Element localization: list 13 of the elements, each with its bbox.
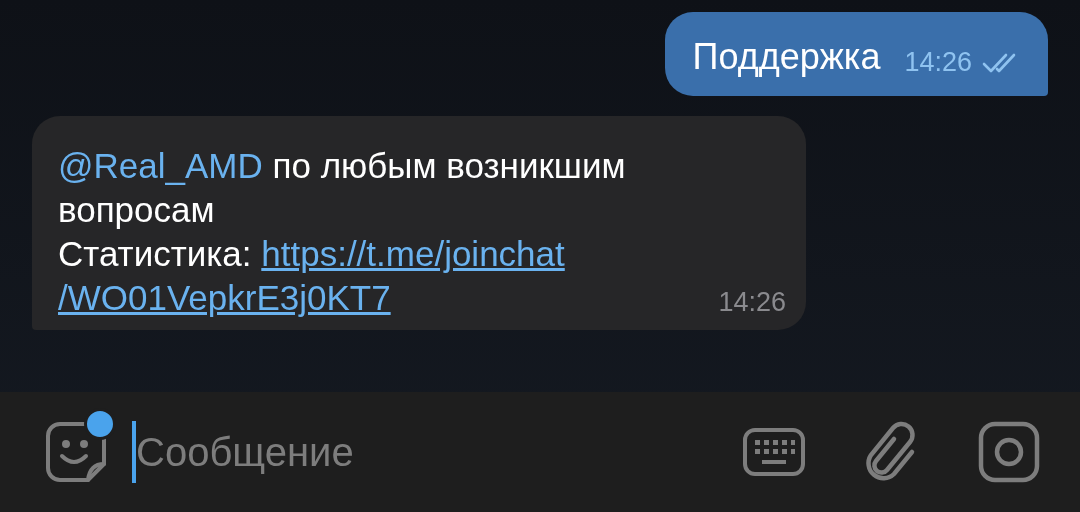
sticker-icon[interactable] bbox=[44, 420, 108, 484]
message-text: Статистика: https://t.me/joinchat /WO01VepkrE3j0KT7 bbox=[58, 233, 565, 319]
keyboard-icon[interactable] bbox=[742, 427, 806, 477]
url-link[interactable]: https://t.me/joinchat bbox=[261, 234, 565, 273]
mention-link[interactable]: @Real_AMD bbox=[58, 146, 263, 185]
camera-icon[interactable] bbox=[978, 421, 1040, 483]
message-time: 14:26 bbox=[718, 287, 786, 318]
url-link[interactable]: /WO01VepkrE3j0KT7 bbox=[58, 278, 391, 317]
message-input[interactable]: Сообщение bbox=[136, 429, 684, 475]
message-text: @Real_AMD по любым возникшим вопросам bbox=[58, 145, 627, 231]
message-text: Поддержка bbox=[692, 36, 881, 78]
text-cursor bbox=[132, 421, 136, 483]
message-time: 14:26 bbox=[904, 47, 972, 78]
